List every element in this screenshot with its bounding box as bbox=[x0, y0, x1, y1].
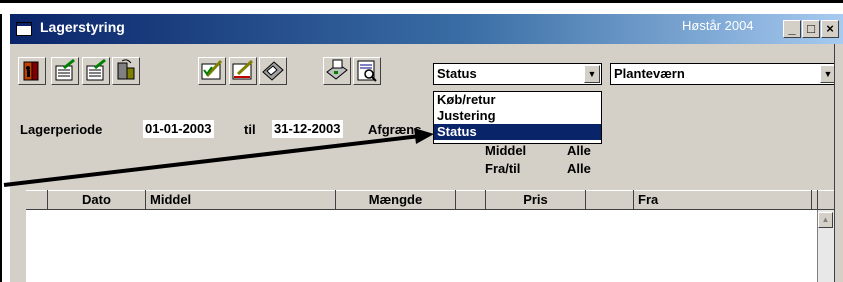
annotation-arrow bbox=[3, 128, 434, 187]
